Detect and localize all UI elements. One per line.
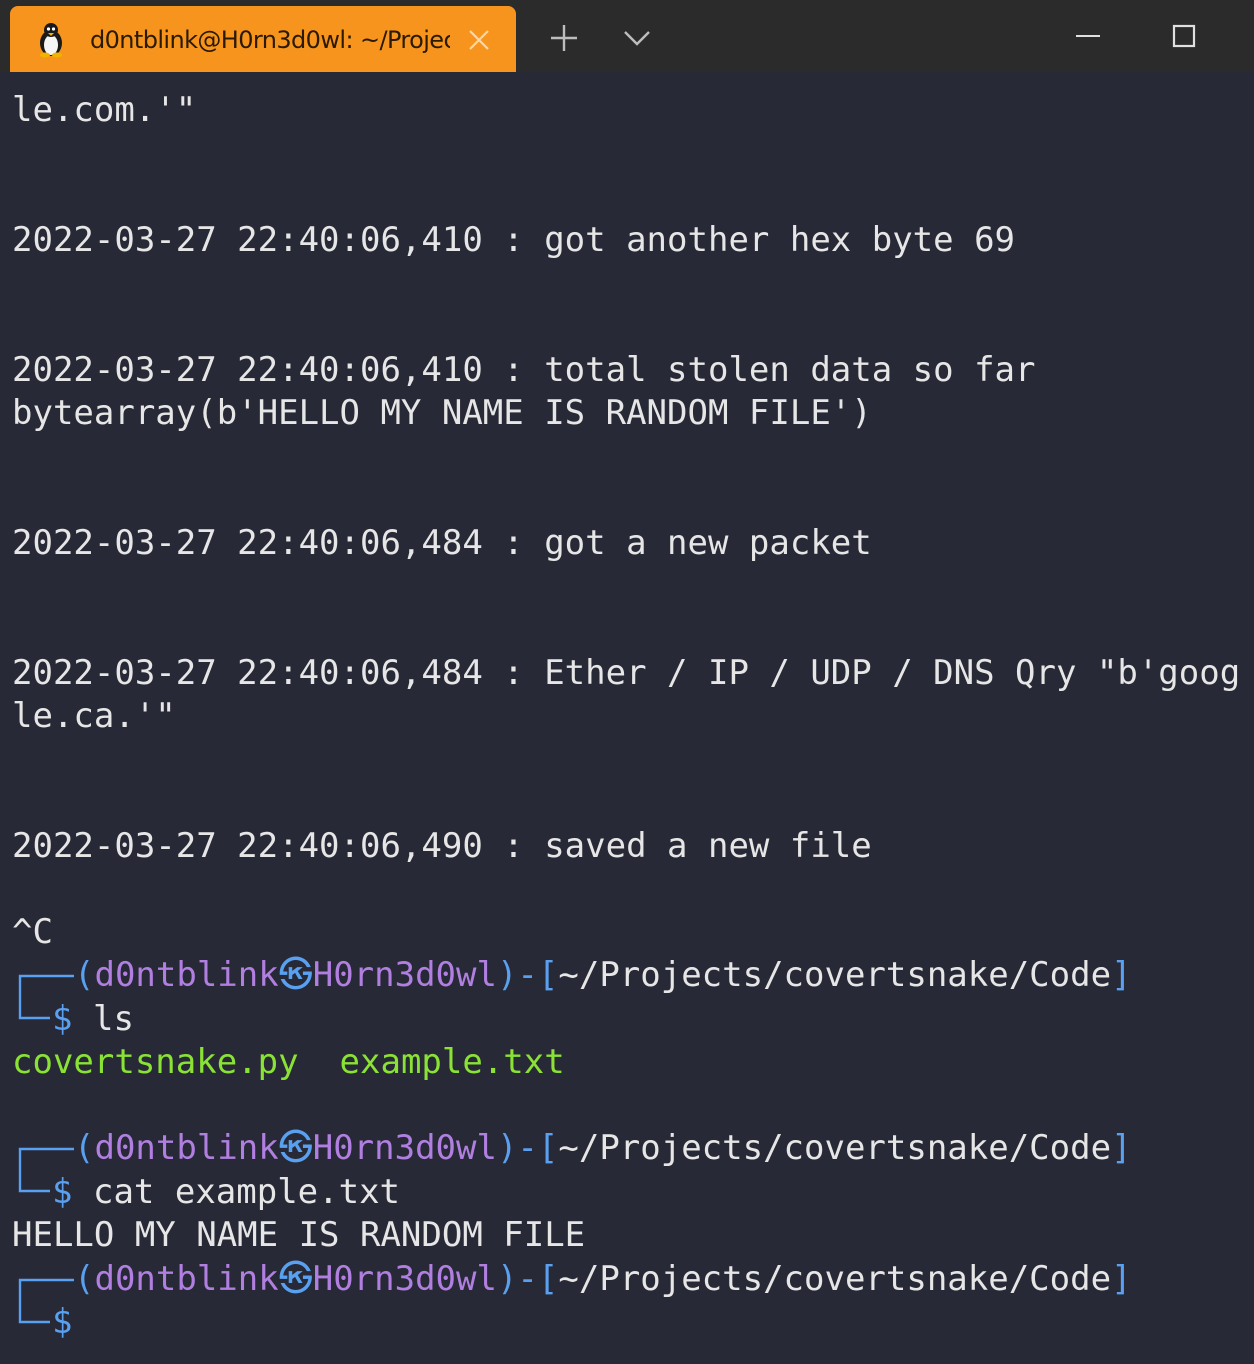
file-entry: covertsnake.py [12, 1042, 299, 1082]
command-line: $ cat example.txt [52, 1172, 400, 1212]
chevron-down-icon[interactable] [622, 28, 652, 48]
linux-penguin-icon [40, 23, 62, 58]
command-line: $ ls [52, 999, 134, 1039]
maximize-icon[interactable] [1172, 24, 1196, 48]
new-tab-plus-icon[interactable] [548, 22, 580, 54]
shell-prompt: (d0ntblink㉿H0rn3d0wl)-[~/Projects/covert… [74, 1128, 1132, 1168]
prompt-dollar: $ [52, 1172, 73, 1212]
command-text: cat example.txt [92, 1172, 401, 1212]
log-line: bytearray(b'HELLO MY NAME IS RANDOM FILE… [12, 393, 872, 433]
shell-prompt: (d0ntblink㉿H0rn3d0wl)-[~/Projects/covert… [74, 1259, 1132, 1299]
interrupt-line: ^C [12, 912, 53, 952]
tab-title: d0ntblink@H0rn3d0wl: ~/Projec [90, 26, 450, 54]
log-line: 2022-03-27 22:40:06,484 : got a new pack… [12, 523, 872, 563]
shell-prompt: (d0ntblink㉿H0rn3d0wl)-[~/Projects/covert… [74, 955, 1132, 995]
log-line: le.ca.'" [12, 696, 176, 736]
prompt-dollar: $ [52, 1302, 73, 1342]
command-line[interactable]: $ [52, 1302, 93, 1342]
title-bar: d0ntblink@H0rn3d0wl: ~/Projec [0, 0, 1254, 72]
log-line: 2022-03-27 22:40:06,490 : saved a new fi… [12, 826, 872, 866]
command-text: ls [92, 999, 134, 1039]
log-line: 2022-03-27 22:40:06,484 : Ether / IP / U… [12, 653, 1241, 693]
ls-output: covertsnake.py example.txt [12, 1042, 565, 1082]
terminal-tab[interactable]: d0ntblink@H0rn3d0wl: ~/Projec [10, 6, 516, 72]
log-line: 2022-03-27 22:40:06,410 : total stolen d… [12, 350, 1036, 390]
log-line: 2022-03-27 22:40:06,410 : got another he… [12, 220, 1016, 260]
cat-output: HELLO MY NAME IS RANDOM FILE [12, 1215, 586, 1255]
close-icon[interactable] [467, 28, 491, 52]
minimize-icon[interactable] [1074, 26, 1102, 46]
terminal-output[interactable]: le.com.'" 2022-03-27 22:40:06,410 : got … [0, 72, 1254, 1364]
log-line: le.com.'" [12, 90, 197, 130]
prompt-dollar: $ [52, 999, 73, 1039]
file-entry: example.txt [339, 1042, 565, 1082]
